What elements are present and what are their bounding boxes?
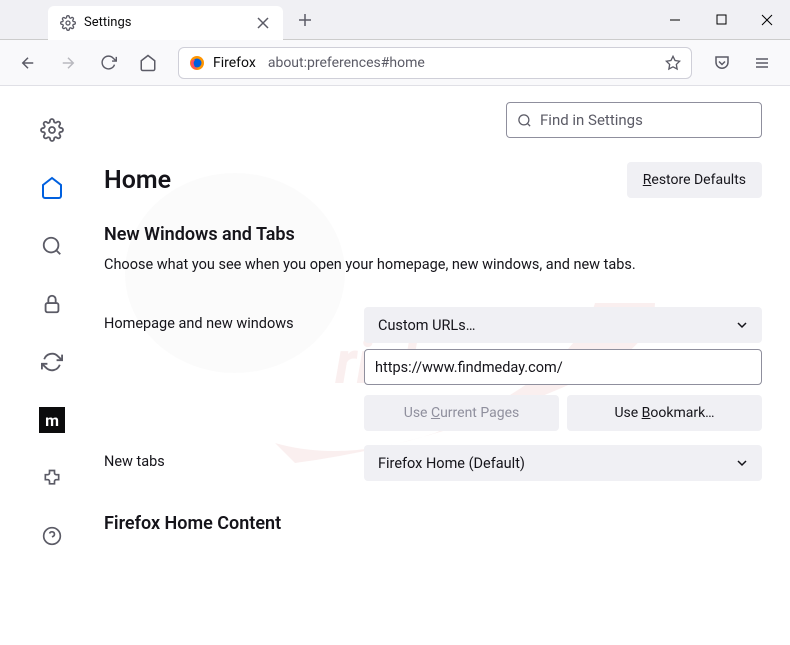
url-bar[interactable]: Firefox about:preferences#home [178, 47, 692, 79]
section-new-windows-desc: Choose what you see when you open your h… [104, 255, 762, 275]
search-icon [517, 113, 532, 128]
sidebar-item-extensions[interactable] [32, 458, 72, 498]
chevron-down-icon [736, 457, 748, 469]
section-home-content-title: Firefox Home Content [104, 513, 762, 534]
url-address: about:preferences#home [268, 55, 425, 71]
newtabs-select[interactable]: Firefox Home (Default) [364, 445, 762, 481]
gear-icon [60, 15, 76, 31]
new-tab-button[interactable] [291, 6, 319, 34]
find-in-settings-input[interactable] [540, 111, 751, 129]
find-in-settings[interactable] [506, 102, 762, 138]
chevron-down-icon [736, 319, 748, 331]
page-title: Home [104, 166, 171, 195]
homepage-select[interactable]: Custom URLs… [364, 307, 762, 343]
tab-title: Settings [84, 15, 247, 30]
homepage-url-input[interactable] [364, 349, 762, 385]
browser-tab[interactable]: Settings [48, 6, 283, 40]
sidebar-item-help[interactable] [32, 516, 72, 556]
bookmark-star-icon[interactable] [665, 55, 681, 71]
settings-sidebar: m [0, 86, 104, 645]
sidebar-item-home[interactable] [32, 168, 72, 208]
sidebar-item-search[interactable] [32, 226, 72, 266]
window-titlebar: Settings [0, 0, 790, 40]
homepage-label: Homepage and new windows [104, 307, 364, 332]
minimize-button[interactable] [652, 0, 698, 40]
newtabs-label: New tabs [104, 445, 364, 470]
section-new-windows-title: New Windows and Tabs [104, 224, 762, 245]
sidebar-item-sync[interactable] [32, 342, 72, 382]
forward-button[interactable] [52, 47, 84, 79]
url-connection: Firefox [213, 55, 256, 71]
app-menu-button[interactable] [746, 47, 778, 79]
settings-main: Home Restore Defaults New Windows and Ta… [104, 86, 790, 645]
use-current-pages-button[interactable]: Use Current Pages [364, 395, 559, 431]
close-window-button[interactable] [744, 0, 790, 40]
restore-defaults-button[interactable]: Restore Defaults [627, 162, 762, 198]
newtabs-select-value: Firefox Home (Default) [378, 455, 525, 472]
firefox-icon [189, 55, 205, 71]
homepage-select-value: Custom URLs… [378, 317, 475, 334]
browser-toolbar: Firefox about:preferences#home [0, 40, 790, 86]
use-bookmark-button[interactable]: Use Bookmark… [567, 395, 762, 431]
back-button[interactable] [12, 47, 44, 79]
reload-button[interactable] [92, 47, 124, 79]
home-button[interactable] [132, 47, 164, 79]
sidebar-item-privacy[interactable] [32, 284, 72, 324]
pocket-button[interactable] [706, 47, 738, 79]
maximize-button[interactable] [698, 0, 744, 40]
sidebar-item-m[interactable]: m [32, 400, 72, 440]
close-icon[interactable] [255, 15, 271, 31]
sidebar-item-general[interactable] [32, 110, 72, 150]
